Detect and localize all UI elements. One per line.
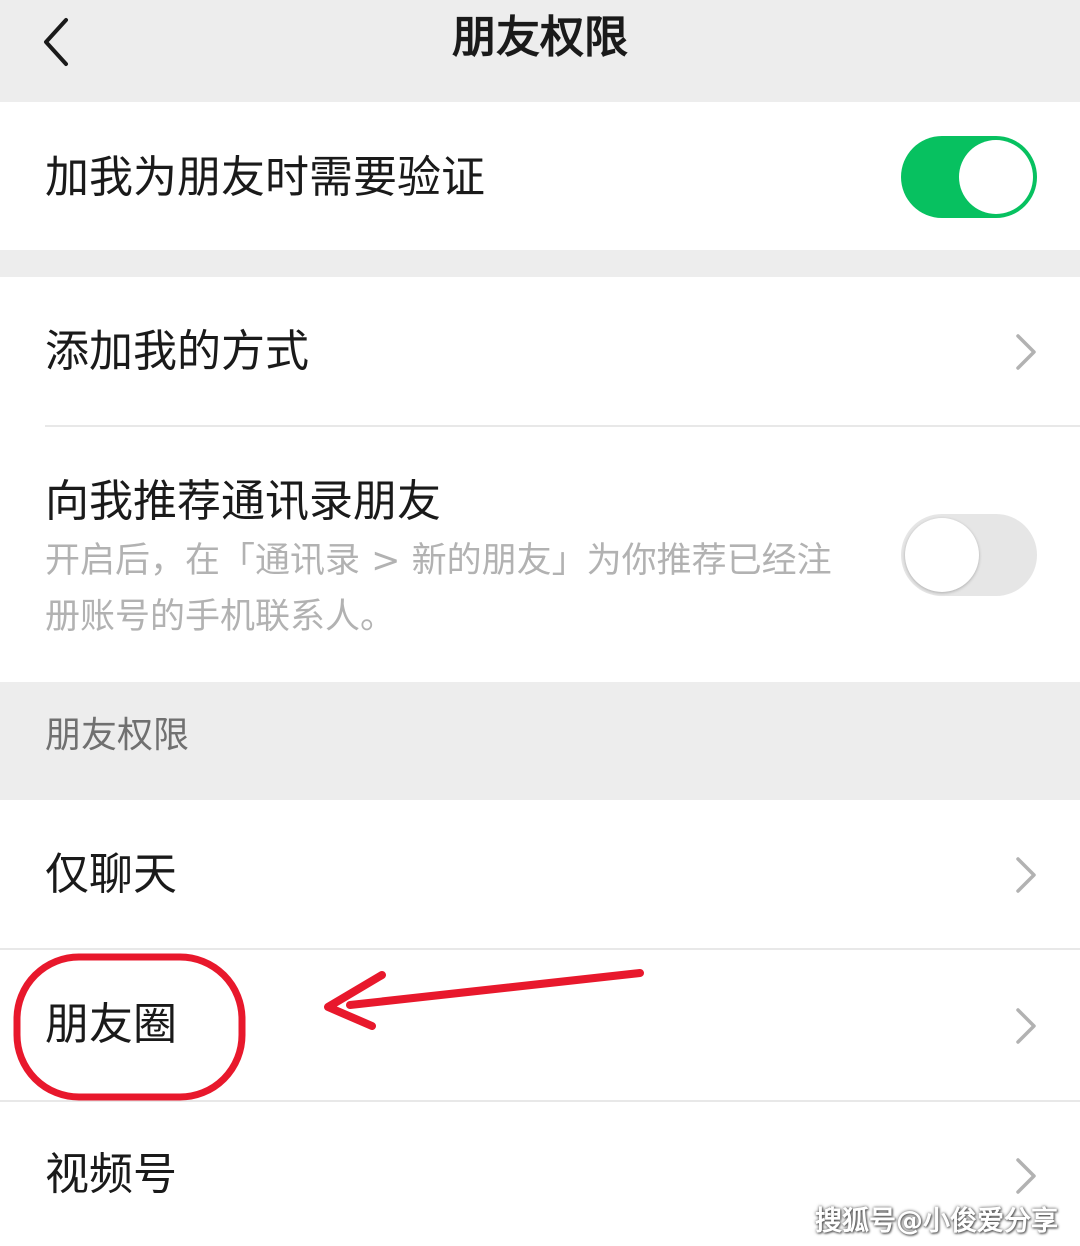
- chevron-right-icon: [1016, 334, 1036, 370]
- recommend-description-line2: 册账号的手机联系人。: [45, 597, 396, 637]
- list-item-label: 朋友圈: [45, 999, 177, 1050]
- nav-bar: 朋友权限: [0, 0, 1080, 100]
- verify-label: 加我为朋友时需要验证: [45, 152, 485, 203]
- toggle-knob: [905, 518, 979, 592]
- permission-list: 仅聊天 朋友圈 视频号: [0, 800, 1080, 1246]
- verify-cell: 加我为朋友时需要验证: [0, 102, 1080, 250]
- list-item-label: 视频号: [45, 1149, 177, 1200]
- list-item-label: 仅聊天: [45, 849, 177, 900]
- recommend-label: 向我推荐通讯录朋友: [45, 476, 441, 527]
- chevron-right-icon: [1016, 1158, 1036, 1194]
- add-methods-cell[interactable]: 添加我的方式: [0, 277, 1080, 425]
- recommend-cell: 向我推荐通讯录朋友 开启后，在「通讯录 > 新的朋友」为你推荐已经注 册账号的手…: [0, 427, 1080, 682]
- add-methods-label: 添加我的方式: [45, 326, 309, 377]
- section-title: 朋友权限: [45, 715, 190, 756]
- verify-toggle[interactable]: [901, 136, 1037, 218]
- page-title: 朋友权限: [452, 12, 628, 63]
- chevron-right-icon: [1016, 1008, 1036, 1044]
- watermark: 搜狐号@小俊爱分享: [815, 1206, 1058, 1237]
- recommend-toggle[interactable]: [901, 514, 1037, 596]
- recommend-description-line1: 开启后，在「通讯录 > 新的朋友」为你推荐已经注: [45, 541, 832, 581]
- list-item-chat-only[interactable]: 仅聊天: [0, 800, 1080, 948]
- list-item-moments[interactable]: 朋友圈: [0, 950, 1080, 1100]
- contact-settings-group: 添加我的方式 向我推荐通讯录朋友 开启后，在「通讯录 > 新的朋友」为你推荐已经…: [0, 277, 1080, 682]
- section-header: 朋友权限: [0, 683, 1080, 798]
- toggle-knob: [959, 140, 1033, 214]
- chevron-right-icon: [1016, 857, 1036, 893]
